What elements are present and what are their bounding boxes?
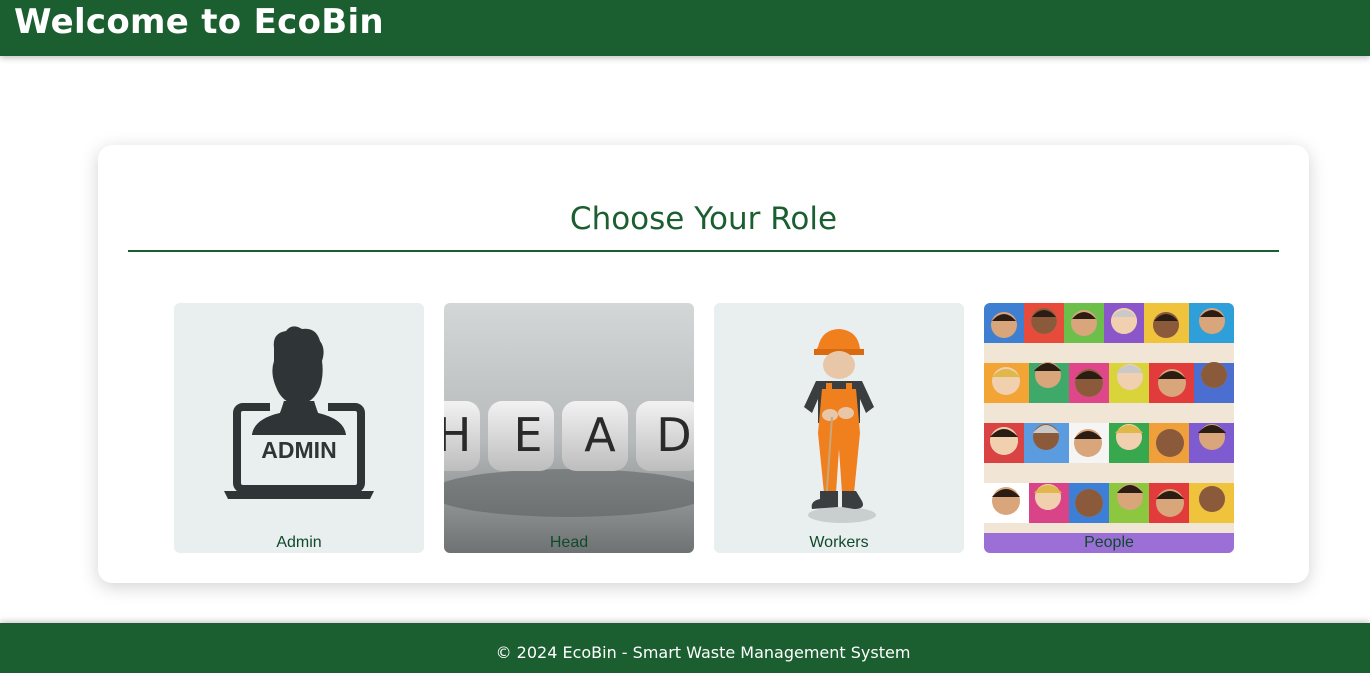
role-card-admin[interactable]: ADMIN Admin	[174, 303, 424, 553]
role-label-head: Head	[549, 534, 589, 551]
title-divider	[128, 250, 1279, 252]
role-card-people[interactable]: People	[984, 303, 1234, 553]
card-title: Choose Your Role	[569, 201, 838, 237]
role-selection-card: Choose Your Role ADMIN Admin H E A D Hea…	[98, 145, 1309, 583]
svg-text:H: H	[444, 408, 471, 462]
svg-text:D: D	[656, 408, 691, 462]
crowd-image	[984, 303, 1234, 553]
role-label-workers: Workers	[809, 534, 869, 551]
role-label-admin: Admin	[276, 534, 322, 551]
role-list: ADMIN Admin H E A D Head Workers People	[174, 303, 1234, 553]
site-footer: © 2024 EcoBin - Smart Waste Management S…	[0, 623, 1370, 673]
role-card-workers[interactable]: Workers	[714, 303, 964, 553]
footer-text: © 2024 EcoBin - Smart Waste Management S…	[495, 643, 911, 662]
page-title: Welcome to EcoBin	[14, 2, 384, 42]
svg-text:E: E	[513, 408, 542, 462]
admin-laptop-icon: ADMIN	[224, 326, 374, 499]
letter-blocks-image: H E A D	[444, 303, 694, 553]
admin-image-text: ADMIN	[261, 437, 336, 463]
role-label-people: People	[1084, 534, 1134, 551]
site-header: Welcome to EcoBin	[0, 0, 1370, 56]
construction-worker-image	[804, 329, 876, 523]
svg-text:A: A	[584, 408, 616, 462]
role-card-head[interactable]: H E A D Head	[444, 303, 694, 553]
